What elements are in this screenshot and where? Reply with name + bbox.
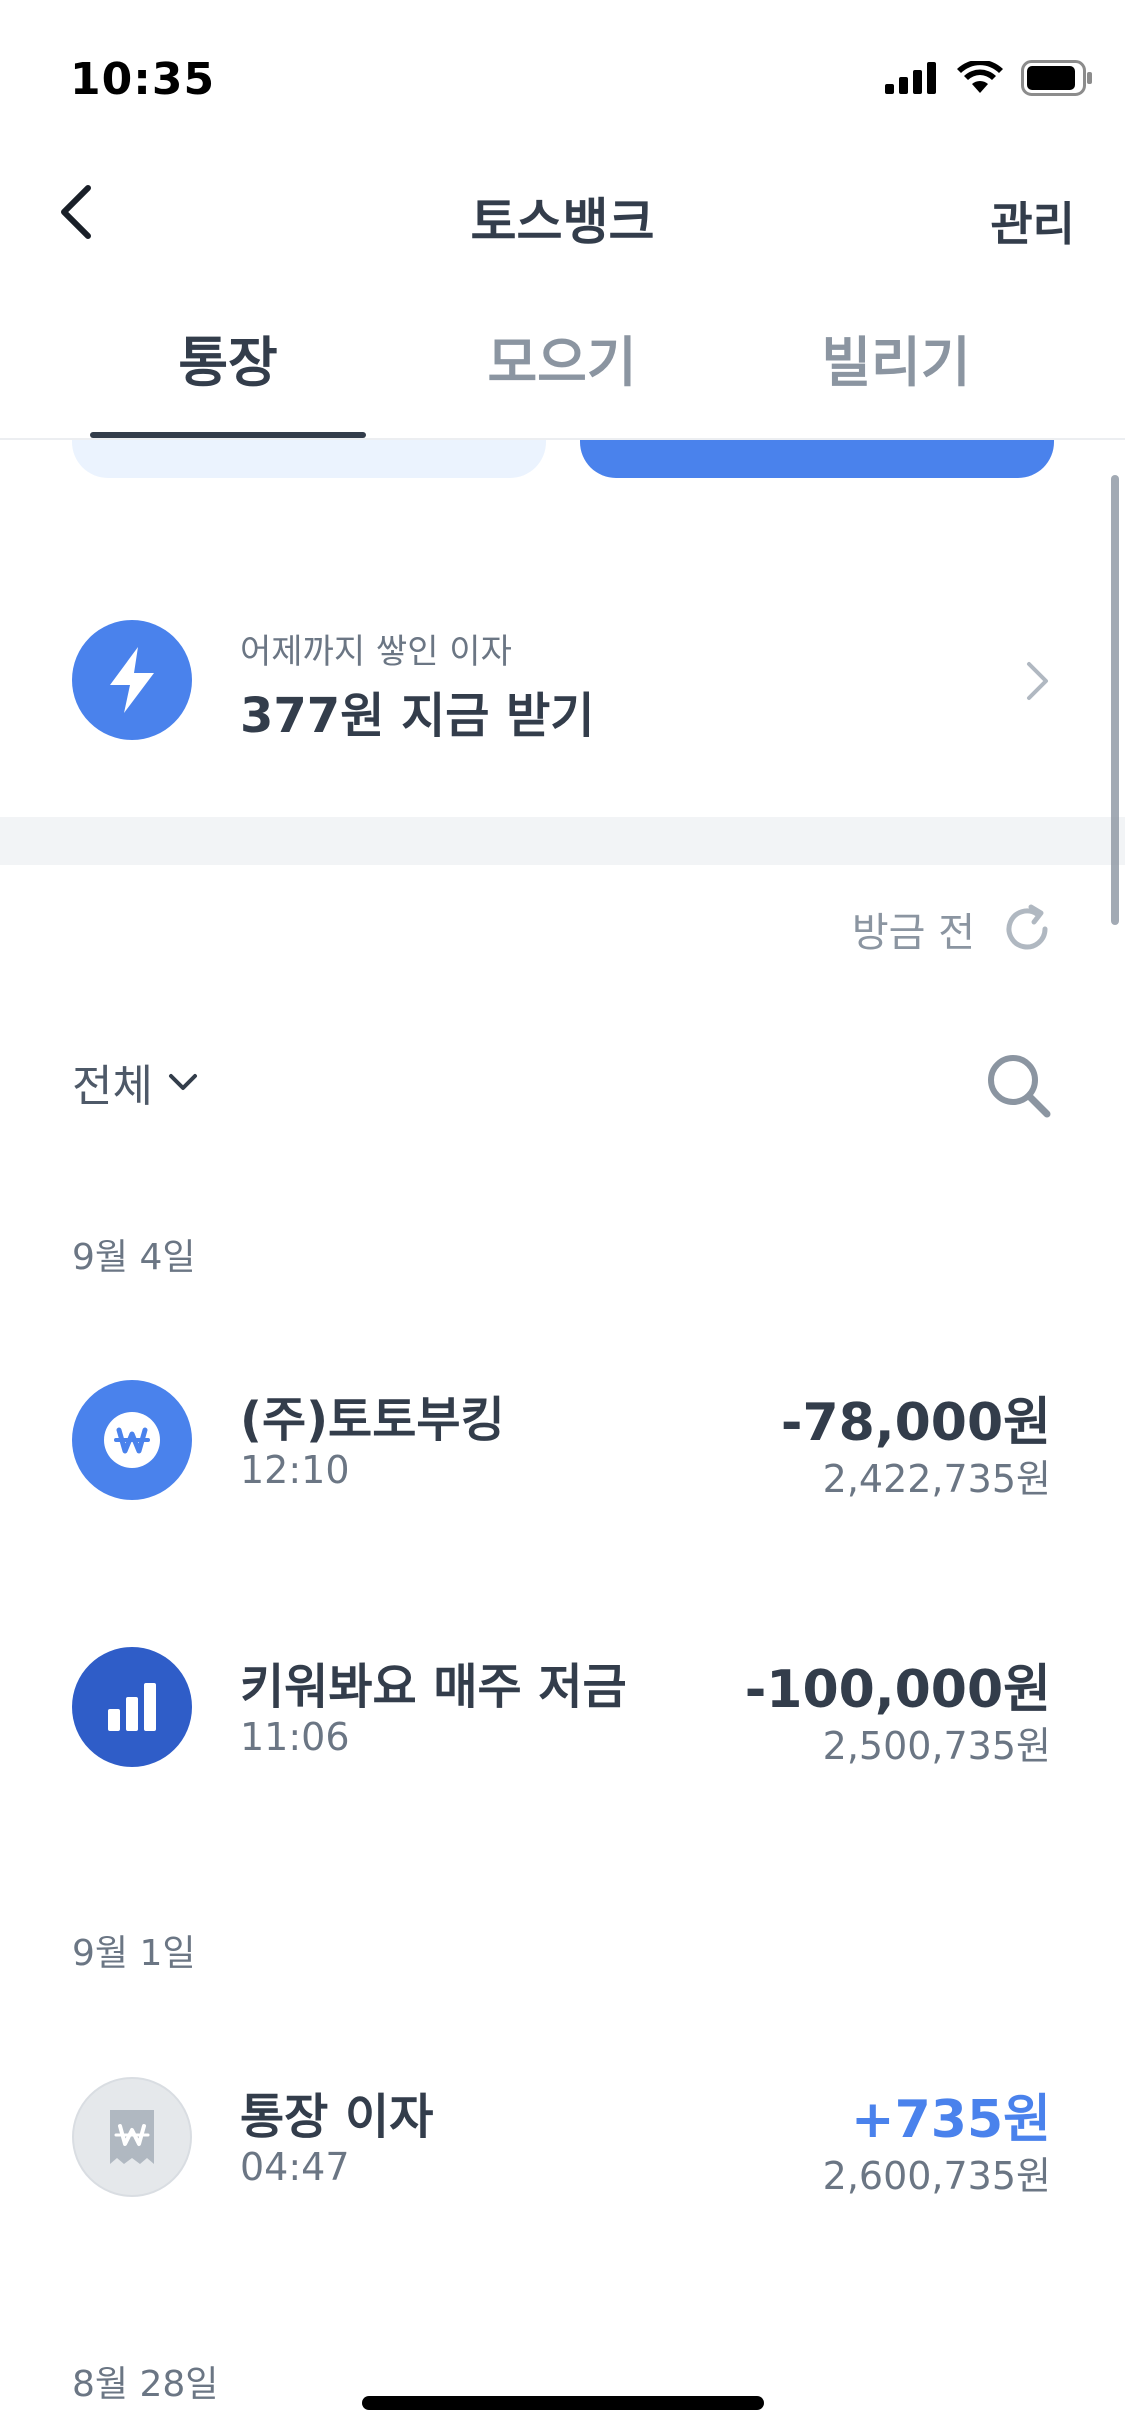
transaction-name: 키워봐요 매주 저금 — [240, 1659, 627, 1715]
cellular-signal-icon — [885, 62, 936, 94]
date-header: 9월 4일 — [72, 1237, 196, 1278]
interest-subtitle: 어제까지 쌓인 이자 — [240, 632, 512, 672]
transaction-row[interactable]: 통장 이자 04:47 +735원 2,600,735원 — [0, 2057, 1125, 2217]
interest-banner[interactable]: 어제까지 쌓인 이자 377원 지금 받기 — [0, 590, 1125, 780]
transaction-balance: 2,500,735원 — [822, 1724, 1051, 1768]
chevron-down-icon — [168, 1074, 197, 1090]
secondary-action-button[interactable] — [72, 440, 546, 478]
status-time: 10:35 — [70, 54, 216, 105]
section-divider — [0, 817, 1125, 865]
bar-chart-icon — [72, 1647, 192, 1767]
transaction-balance: 2,422,735원 — [822, 1457, 1051, 1501]
date-header: 9월 1일 — [72, 1933, 196, 1974]
tab-active-indicator — [90, 432, 366, 438]
date-header: 8월 28일 — [72, 2364, 219, 2405]
transaction-row[interactable]: 키워봐요 매주 저금 11:06 -100,000원 2,500,735원 — [0, 1627, 1125, 1787]
search-button[interactable] — [983, 1050, 1053, 1120]
tab-savings[interactable]: 모으기 — [397, 318, 727, 397]
refresh-button[interactable]: 방금 전 — [852, 900, 1053, 958]
page-title: 토스뱅크 — [470, 193, 655, 251]
account-detail-screen: 10:35 토스뱅크 관리 통장 모으기 빌리기 어제까지 쌓인 이자 377원… — [0, 0, 1125, 2436]
transaction-row[interactable]: (주)토토부킹 12:10 -78,000원 2,422,735원 — [0, 1360, 1125, 1520]
home-indicator[interactable] — [362, 2396, 764, 2410]
filter-label: 전체 — [72, 1061, 153, 1112]
transaction-time: 11:06 — [240, 1715, 350, 1759]
interest-title: 377원 지금 받기 — [240, 688, 595, 744]
filter-dropdown[interactable]: 전체 — [72, 1050, 199, 1114]
lightning-icon — [72, 620, 192, 740]
refresh-icon — [1006, 904, 1048, 950]
tab-account[interactable]: 통장 — [63, 318, 393, 397]
battery-icon — [1021, 60, 1092, 96]
search-icon — [988, 1055, 1051, 1118]
transaction-amount: -78,000원 — [780, 1393, 1051, 1453]
transaction-amount: -100,000원 — [744, 1660, 1051, 1720]
won-coin-icon — [72, 1380, 192, 1500]
scrollbar[interactable] — [1111, 475, 1119, 925]
transaction-name: 통장 이자 — [240, 2089, 434, 2145]
primary-action-button[interactable] — [580, 440, 1054, 478]
status-icons — [885, 60, 1093, 96]
wifi-icon — [957, 61, 1003, 93]
refresh-label: 방금 전 — [851, 910, 975, 956]
transaction-time: 04:47 — [240, 2145, 350, 2189]
manage-button[interactable]: 관리 — [990, 188, 1075, 254]
transaction-name: (주)토토부킹 — [240, 1392, 505, 1448]
transaction-amount: +735원 — [851, 2090, 1051, 2150]
tab-bar: 통장 모으기 빌리기 — [0, 318, 1125, 440]
chevron-right-icon — [1027, 662, 1048, 700]
receipt-won-icon — [72, 2077, 192, 2197]
tab-loans[interactable]: 빌리기 — [731, 318, 1061, 397]
transaction-time: 12:10 — [240, 1448, 350, 1492]
transaction-balance: 2,600,735원 — [822, 2154, 1051, 2198]
